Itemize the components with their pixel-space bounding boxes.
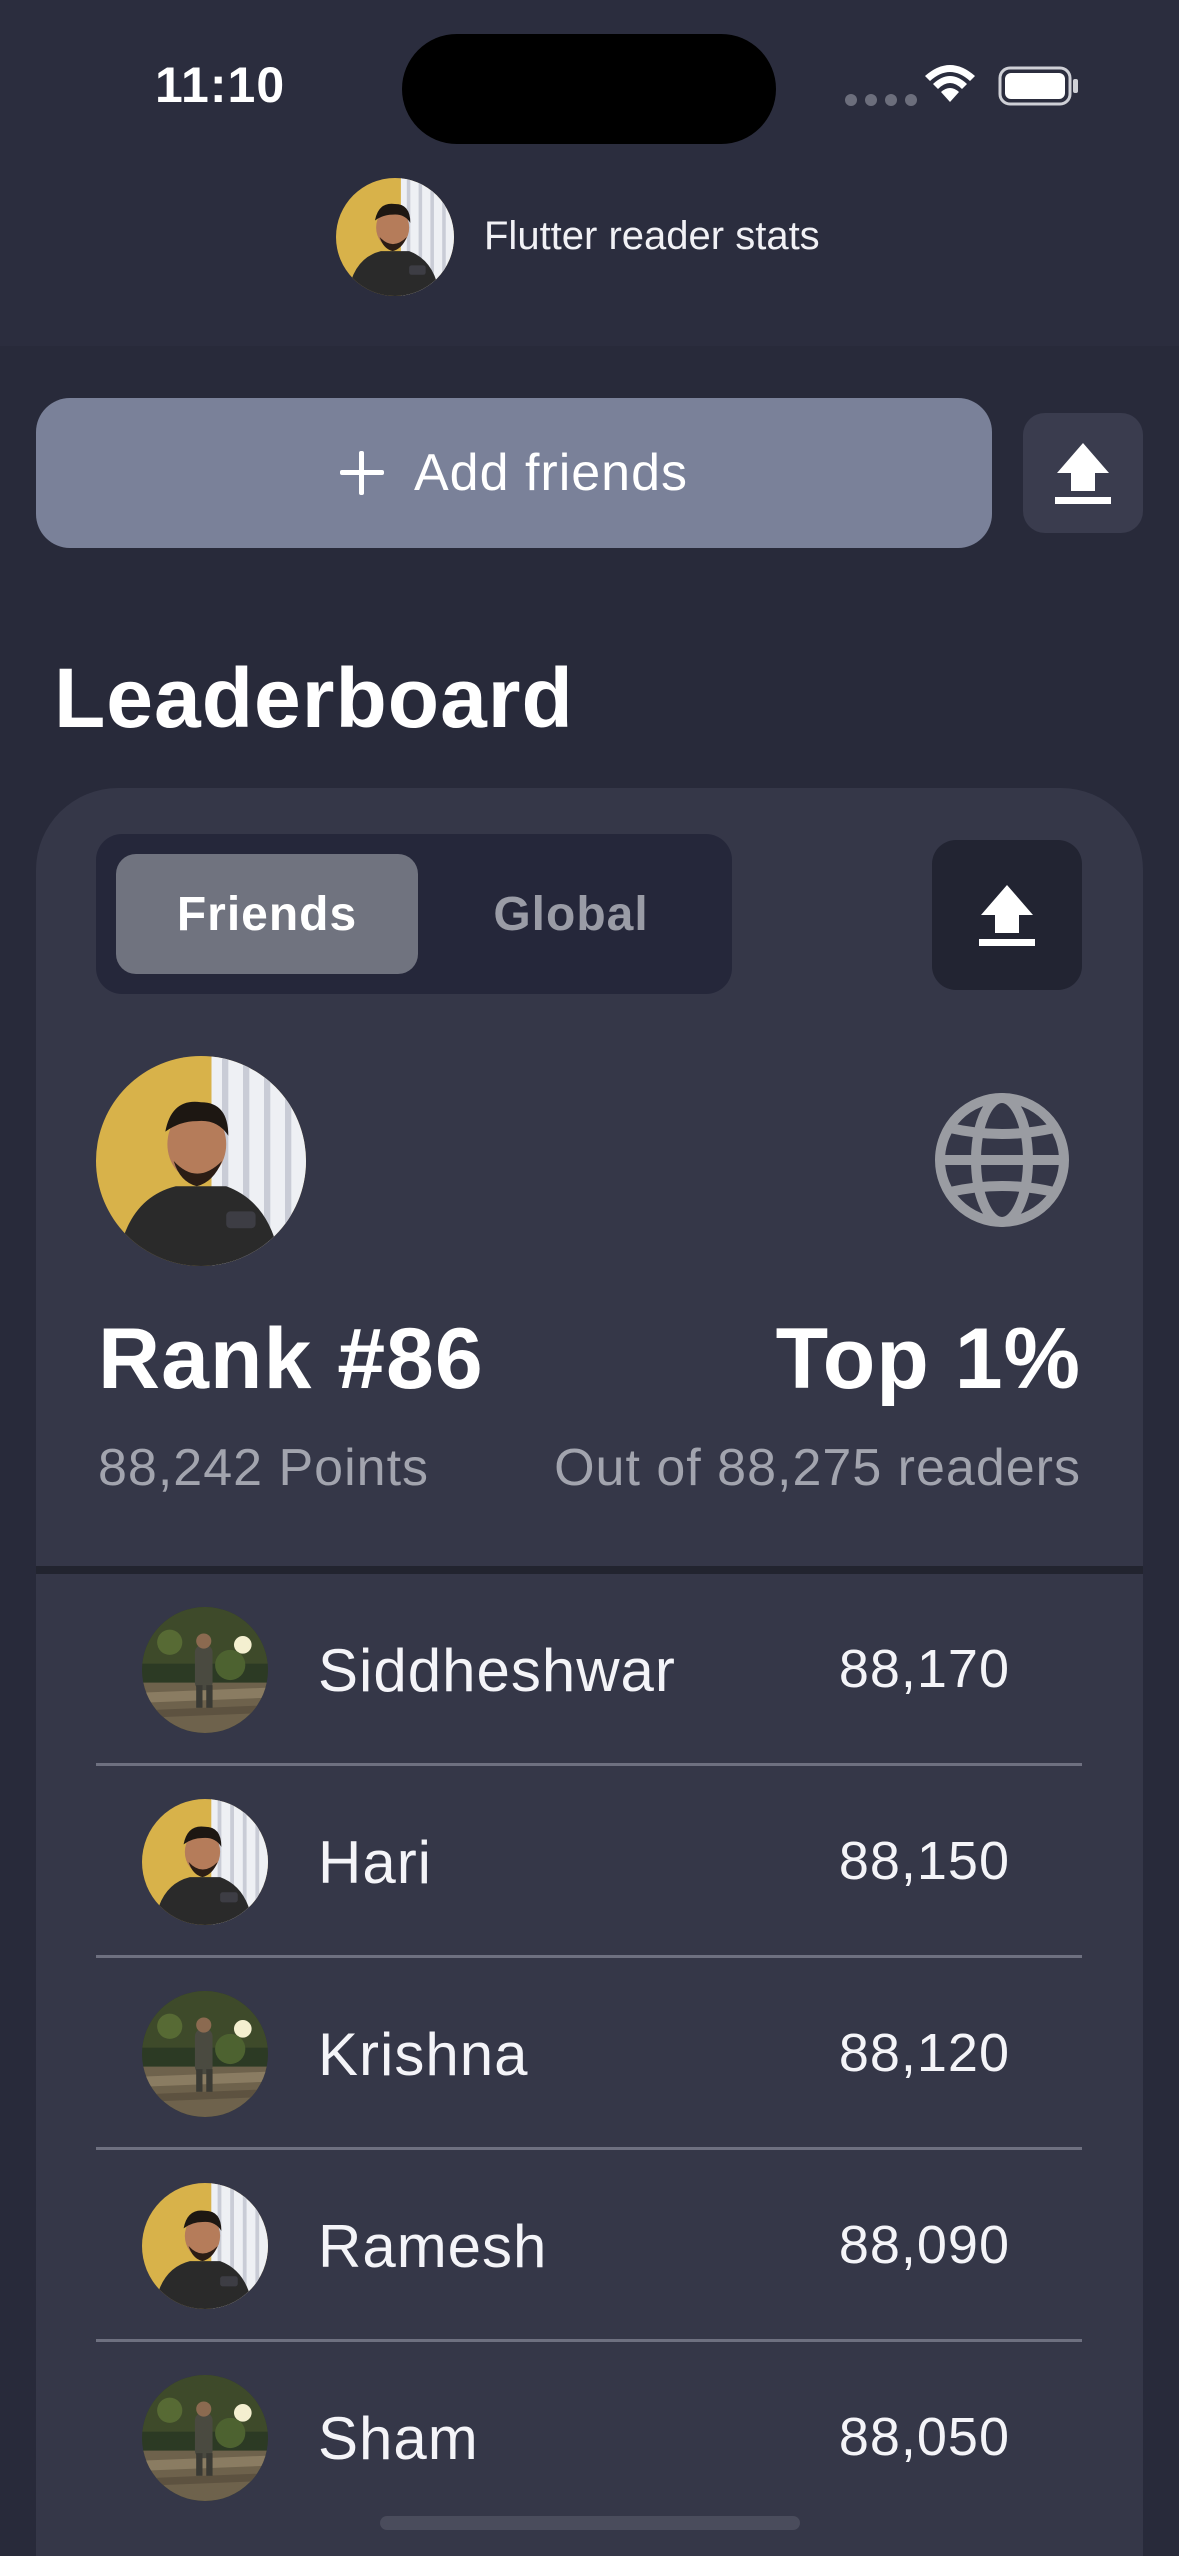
avatar [142,1799,268,1925]
share-leaderboard-button[interactable] [932,840,1082,990]
plus-icon [339,451,384,495]
entry-score: 88,170 [838,1639,1010,1699]
cellular-signal-icon [845,94,917,106]
status-time: 11:10 [155,57,286,113]
my-rank: Rank #86 [98,1311,484,1407]
entry-name: Krishna [318,2021,529,2088]
entry-name: Ramesh [318,2213,548,2280]
entry-name: Siddheshwar [318,1637,676,1704]
avatar [142,2375,268,2501]
leaderboard-tabs: Friends Global [96,834,732,994]
entry-score: 88,150 [838,1831,1010,1891]
home-indicator[interactable] [380,2516,800,2530]
add-friends-label: Add friends [413,444,689,502]
total-readers: Out of 88,275 readers [554,1439,1081,1497]
entry-score: 88,090 [838,2215,1010,2275]
entry-name: Sham [318,2405,479,2472]
my-avatar [96,1056,306,1266]
list-item[interactable]: Hari 88,150 [96,1766,1082,1958]
section-title: Leaderboard [54,651,574,745]
page-title: Flutter reader stats [484,214,820,258]
list-item[interactable]: Krishna 88,120 [96,1958,1082,2150]
entry-name: Hari [318,1829,433,1896]
wifi-icon [925,65,975,102]
entry-score: 88,120 [838,2023,1010,2083]
share-button[interactable] [1023,413,1143,533]
upload-icon [979,885,1035,946]
list-item[interactable]: Sham 88,050 [96,2342,1082,2534]
globe-icon[interactable] [932,1090,1072,1230]
my-percentile: Top 1% [775,1311,1081,1407]
avatar [142,1607,268,1733]
add-friends-button[interactable]: Add friends [36,398,992,548]
battery-icon [998,66,1078,106]
profile-avatar[interactable] [336,178,454,296]
entry-score: 88,050 [838,2407,1010,2467]
upload-icon [1055,443,1111,504]
dynamic-island [402,34,776,144]
tab-global[interactable]: Global [426,854,716,974]
divider [36,1566,1143,1574]
list-item[interactable]: Siddheshwar 88,170 [96,1574,1082,1766]
avatar [142,1991,268,2117]
top-bar: 11:10 Flutter reader stats [0,0,1179,346]
list-item[interactable]: Ramesh 88,090 [96,2150,1082,2342]
avatar [142,2183,268,2309]
leaderboard-card: Friends Global Rank #86 Top 1% 88,242 Po… [36,788,1143,2556]
tab-friends[interactable]: Friends [116,854,418,974]
my-points: 88,242 Points [98,1439,430,1497]
